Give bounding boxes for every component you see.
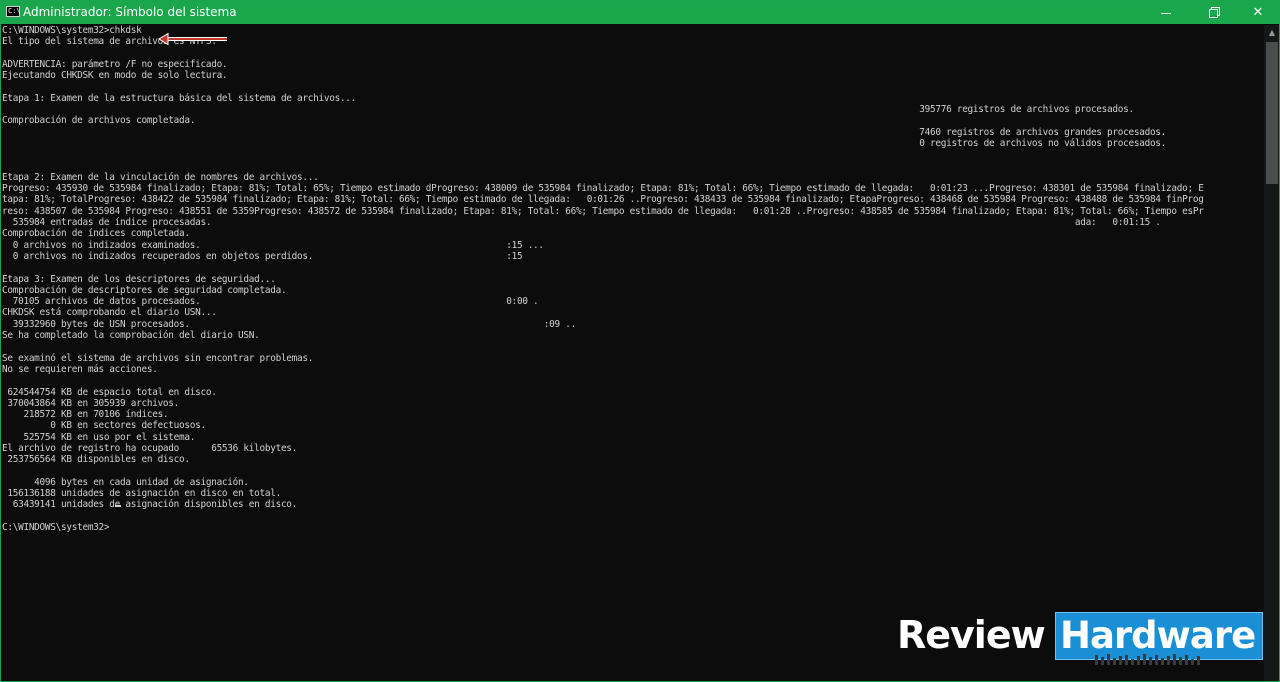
circuit-icon (1095, 654, 1200, 665)
close-icon: ✕ (1252, 5, 1264, 20)
red-arrow-icon (158, 32, 227, 46)
console-output: C:\WINDOWS\system32>chkdsk El tipo del s… (2, 25, 1204, 534)
console-window: C:\ Administrador: Símbolo del sistema ✕… (0, 0, 1280, 682)
maximize-button[interactable] (1191, 1, 1237, 24)
minimize-button[interactable] (1143, 1, 1189, 24)
minimize-icon (1161, 13, 1171, 14)
watermark-word-review: Review (897, 613, 1046, 657)
console-output-area[interactable]: C:\WINDOWS\system32>chkdsk El tipo del s… (2, 25, 1262, 681)
scroll-up-icon[interactable]: ▲ (1264, 25, 1279, 41)
close-button[interactable]: ✕ (1235, 1, 1279, 24)
watermark-word-hardware: Hardware (1060, 614, 1256, 657)
window-title: Administrador: Símbolo del sistema (23, 5, 237, 19)
watermark-logo: Review Hardware (897, 607, 1271, 667)
text-cursor (115, 505, 121, 507)
scroll-thumb[interactable] (1266, 42, 1278, 184)
console-icon[interactable]: C:\ (6, 6, 21, 17)
restore-icon (1208, 7, 1220, 18)
title-bar[interactable]: C:\ Administrador: Símbolo del sistema ✕ (1, 1, 1279, 24)
vertical-scrollbar[interactable]: ▲ (1264, 25, 1279, 681)
